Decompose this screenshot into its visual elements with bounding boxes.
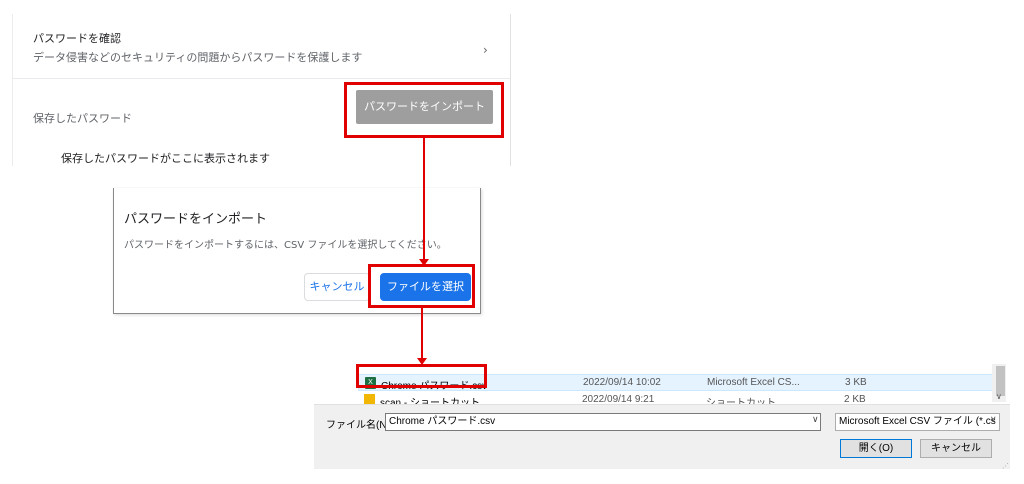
- file-row-scan-shortcut[interactable]: scan - ショートカット 2022/09/14 9:21 ショートカット 2…: [358, 392, 996, 404]
- highlight-import-button: [344, 82, 504, 138]
- file-size: 3 KB: [845, 377, 867, 388]
- file-type: ショートカット: [706, 398, 776, 404]
- password-checkup-title: パスワードを確認: [33, 32, 121, 45]
- filename-label: ファイル名(N):: [326, 420, 393, 431]
- chevron-down-icon[interactable]: ∨: [990, 415, 997, 425]
- divider: [13, 78, 510, 79]
- scroll-down-icon[interactable]: ∨: [996, 392, 1002, 401]
- arrow-line: [423, 138, 425, 261]
- saved-passwords-empty-message: 保存したパスワードがここに表示されます: [61, 152, 270, 165]
- filename-input[interactable]: Chrome パスワード.csv: [385, 413, 821, 431]
- chevron-down-icon[interactable]: ∨: [812, 415, 819, 425]
- password-checkup-subtitle: データ侵害などのセキュリティの問題からパスワードを保護します: [33, 51, 363, 64]
- shortcut-icon: [364, 394, 375, 404]
- dialog-title: パスワードをインポート: [124, 212, 268, 227]
- saved-passwords-heading: 保存したパスワード: [33, 112, 132, 125]
- highlight-choose-file-button: [368, 264, 475, 308]
- file-name: scan - ショートカット: [380, 398, 481, 404]
- file-type: Microsoft Excel CS...: [707, 377, 800, 388]
- resize-grip-icon[interactable]: ⋰: [1002, 462, 1009, 470]
- file-cancel-button[interactable]: キャンセル: [920, 439, 992, 458]
- dialog-body: パスワードをインポートするには、CSV ファイルを選択してください。: [124, 240, 447, 251]
- chevron-right-icon[interactable]: ›: [483, 43, 488, 57]
- open-button[interactable]: 開く(O): [840, 439, 912, 458]
- dialog-cancel-button[interactable]: キャンセル: [304, 273, 370, 301]
- file-date: 2022/09/14 10:02: [583, 377, 661, 388]
- filetype-select[interactable]: Microsoft Excel CSV ファイル (*.cs: [835, 413, 1000, 431]
- file-date: 2022/09/14 9:21: [582, 394, 655, 404]
- highlight-csv-file: [356, 364, 487, 388]
- arrow-line: [421, 308, 423, 362]
- file-size: 2 KB: [844, 394, 866, 404]
- password-checkup-row[interactable]: パスワードを確認 データ侵害などのセキュリティの問題からパスワードを保護します: [33, 30, 362, 65]
